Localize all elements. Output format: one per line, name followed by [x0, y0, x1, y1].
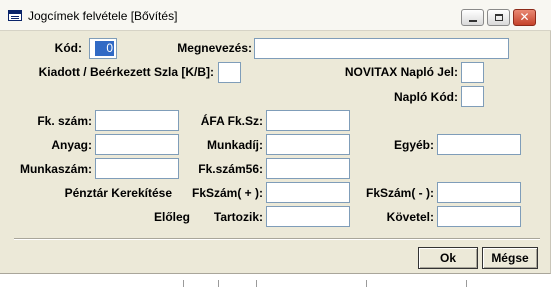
egyeb-label: Egyéb: [393, 138, 434, 152]
penztar-kerekitese-label: Pénztár Kerekítése [64, 186, 172, 200]
tartozik-field[interactable] [266, 206, 350, 227]
window-icon [8, 10, 22, 21]
kovetel-field[interactable] [437, 206, 521, 227]
eloleg-label: Előleg [153, 210, 190, 224]
close-icon: ✕ [519, 10, 530, 24]
megnevezes-label: Megnevezés: [177, 41, 252, 55]
anyag-label: Anyag: [51, 138, 92, 152]
dialog-window: Jogcímek felvétele [Bővítés] ✕ Kód: 0 Me… [0, 0, 551, 274]
kod-field[interactable]: 0 [89, 38, 117, 59]
megnevezes-field[interactable] [254, 38, 509, 59]
munkadij-field[interactable] [266, 134, 350, 155]
window-title: Jogcímek felvétele [Bővítés] [28, 9, 178, 23]
fk-szam-field[interactable] [95, 110, 179, 131]
ok-button[interactable]: Ok [418, 247, 478, 269]
separator [14, 238, 540, 240]
kod-label: Kód: [54, 41, 82, 55]
afa-fk-sz-field[interactable] [266, 110, 350, 131]
fk-szam56-label: Fk.szám56: [198, 162, 263, 176]
minimize-icon [469, 20, 477, 22]
munkaszam-label: Munkaszám: [19, 162, 92, 176]
fk-szam-label: Fk. szám: [37, 114, 92, 128]
novitax-naplo-jel-field[interactable] [461, 62, 484, 83]
title-bar[interactable]: Jogcímek felvétele [Bővítés] ✕ [0, 0, 551, 31]
fkszam-minus-label: FkSzám( - ): [365, 186, 434, 200]
grid-line [366, 280, 367, 287]
fk-szam56-field[interactable] [266, 158, 350, 179]
background-grid-strip [0, 274, 551, 287]
maximize-button[interactable] [487, 9, 510, 26]
close-button[interactable]: ✕ [513, 9, 536, 26]
kod-value: 0 [95, 41, 114, 56]
munkadij-label: Munkadíj: [207, 138, 263, 152]
grid-line [256, 280, 257, 287]
naplo-kod-label: Napló Kód: [394, 90, 458, 104]
maximize-icon [495, 14, 503, 21]
fkszam-plus-field[interactable] [266, 182, 350, 203]
megse-button[interactable]: Mégse [482, 247, 538, 269]
grid-line [183, 280, 184, 287]
fkszam-minus-field[interactable] [437, 182, 521, 203]
fkszam-plus-label: FkSzám( + ): [191, 186, 263, 200]
naplo-kod-field[interactable] [461, 86, 484, 107]
tartozik-label: Tartozik: [213, 210, 263, 224]
grid-line [466, 280, 467, 287]
egyeb-field[interactable] [437, 134, 521, 155]
grid-line [218, 280, 219, 287]
novitax-naplo-jel-label: NOVITAX Napló Jel: [344, 65, 458, 79]
afa-fk-sz-label: ÁFA Fk.Sz: [200, 114, 263, 128]
kovetel-label: Követel: [386, 210, 434, 224]
munkaszam-field[interactable] [95, 158, 179, 179]
anyag-field[interactable] [95, 134, 179, 155]
minimize-button[interactable] [461, 9, 484, 26]
kiadott-beerkezett-label: Kiadott / Beérkezett Szla [K/B]: [38, 65, 214, 79]
kiadott-beerkezett-field[interactable] [218, 62, 241, 83]
